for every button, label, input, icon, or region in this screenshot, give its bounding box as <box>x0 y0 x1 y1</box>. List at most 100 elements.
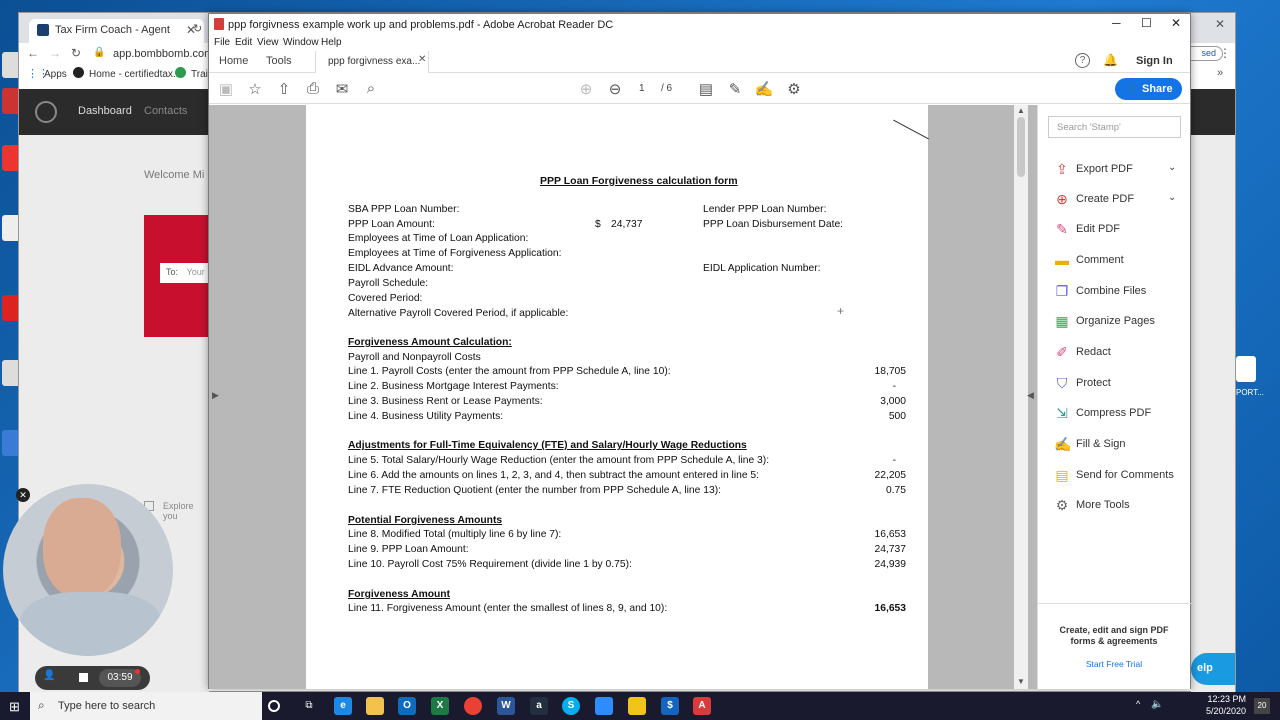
tab-home[interactable]: Home <box>219 55 248 67</box>
bookmark-apps[interactable]: Apps <box>44 69 67 80</box>
start-free-trial-link[interactable]: Start Free Trial <box>1054 659 1174 669</box>
sign-in-button[interactable]: Sign In <box>1136 55 1173 67</box>
tools-search-input[interactable]: Search 'Stamp' <box>1048 116 1181 138</box>
webcam-overlay <box>3 484 173 656</box>
page-number-input[interactable]: 1 <box>639 83 645 94</box>
skype-icon[interactable]: S <box>562 697 580 715</box>
desktop-file-icon[interactable] <box>1236 356 1256 382</box>
outlook-icon[interactable]: O <box>398 697 416 715</box>
forward-icon[interactable]: → <box>49 46 61 60</box>
amazon-icon[interactable]: a <box>530 697 548 715</box>
quickbooks-icon[interactable]: $ <box>661 697 679 715</box>
tab-document[interactable]: ppp forgivness exa... ✕ <box>315 51 429 73</box>
menu-window[interactable]: Window <box>283 37 319 48</box>
email-icon[interactable]: ✉ <box>332 80 352 98</box>
field-label: Employees at Time of Forgiveness Applica… <box>348 248 562 259</box>
to-placeholder: Your <box>186 267 205 277</box>
bell-icon[interactable]: 🔔 <box>1103 53 1118 67</box>
more-tools-icon[interactable]: ⚙ <box>784 80 804 98</box>
document-title: PPP Loan Forgiveness calculation form <box>540 175 738 187</box>
excel-icon[interactable]: X <box>431 697 449 715</box>
save-icon[interactable]: ▣ <box>216 80 236 98</box>
help-button[interactable]: elp <box>1191 653 1235 685</box>
bookmark-home[interactable]: Home - certifiedtax... <box>89 69 181 80</box>
scroll-down-icon[interactable]: ▼ <box>1017 677 1025 686</box>
menu-file[interactable]: File <box>214 37 230 48</box>
volume-icon[interactable]: 🔈 <box>1151 699 1163 710</box>
menu-view[interactable]: View <box>257 37 279 48</box>
print-icon[interactable]: ⎙ <box>303 80 323 97</box>
scrollbar-thumb[interactable] <box>1017 117 1025 177</box>
chrome-icon[interactable] <box>464 697 482 715</box>
line-value: 18,705 <box>874 366 907 377</box>
clock-time[interactable]: 12:23 PM <box>1206 694 1246 704</box>
bookmark-training[interactable]: Trai <box>191 69 208 80</box>
menu-edit[interactable]: Edit <box>235 37 252 48</box>
line-text: Line 2. Business Mortgage Interest Payme… <box>348 381 559 392</box>
maximize-icon[interactable]: ☐ <box>1141 16 1152 30</box>
field-label: EIDL Advance Amount: <box>348 263 454 274</box>
menu-kebab-icon[interactable]: ⋮ <box>1219 46 1231 60</box>
vertical-scrollbar[interactable]: ▲ ▼ <box>1014 105 1028 689</box>
stop-icon[interactable] <box>79 673 88 682</box>
help-icon[interactable]: ? <box>1075 53 1090 68</box>
minimize-icon[interactable]: ─ <box>1112 16 1121 30</box>
site-logo-icon[interactable] <box>35 101 57 123</box>
user-icon[interactable]: 👤 <box>43 670 55 681</box>
task-view-icon[interactable]: ⧉ <box>300 697 318 715</box>
document-viewer[interactable]: ▶ PPP Loan Forgiveness calculation form … <box>209 105 1037 689</box>
edge-icon[interactable]: e <box>334 697 352 715</box>
menu-help[interactable]: Help <box>321 37 342 48</box>
acrobat-window: ppp forgivness example work up and probl… <box>208 13 1191 689</box>
bookmark-star-icon[interactable]: ☆ <box>245 80 265 98</box>
section-title: Forgiveness Amount <box>348 589 451 600</box>
close-icon[interactable]: ✕ <box>1215 17 1225 31</box>
reload-icon[interactable]: ↻ <box>193 22 202 35</box>
windows-start-icon[interactable]: ⊞ <box>9 699 20 715</box>
left-panel-toggle-icon[interactable]: ▶ <box>212 390 219 401</box>
right-panel-toggle-icon[interactable]: ◀ <box>1027 390 1034 401</box>
highlight-pen-icon[interactable]: ✎ <box>725 80 745 98</box>
back-icon[interactable]: ← <box>27 46 39 60</box>
more-tools-icon: ⚙ <box>1055 497 1069 513</box>
more-bookmarks-icon[interactable]: » <box>1217 67 1223 79</box>
window-title: ppp forgivness example work up and probl… <box>228 19 614 31</box>
comment-icon[interactable]: ▤ <box>696 80 716 98</box>
close-icon[interactable]: ✕ <box>16 488 30 502</box>
close-icon[interactable]: ✕ <box>418 54 426 65</box>
chevron-down-icon[interactable]: ⌄ <box>1168 192 1176 203</box>
zoom-icon[interactable] <box>595 697 613 715</box>
word-icon[interactable]: W <box>497 697 515 715</box>
sign-icon[interactable]: ✍ <box>754 80 774 98</box>
scroll-up-icon[interactable]: ▲ <box>1017 106 1025 115</box>
nav-dashboard[interactable]: Dashboard <box>78 105 132 117</box>
nav-contacts[interactable]: Contacts <box>144 105 187 117</box>
upload-icon[interactable]: ⇧ <box>274 80 294 98</box>
clock-date[interactable]: 5/20/2020 <box>1200 706 1246 716</box>
tray-chevron-icon[interactable]: ^ <box>1136 699 1140 709</box>
taskbar-search[interactable]: ⌕ Type here to search <box>30 692 262 720</box>
page-up-icon[interactable]: ⊕ <box>576 80 596 98</box>
reload-icon[interactable]: ↻ <box>71 46 81 60</box>
share-button[interactable]: 👤 Share <box>1115 78 1182 100</box>
search-icon[interactable]: ⌕ <box>361 80 381 97</box>
export-pdf-icon: ⇪ <box>1056 161 1068 177</box>
url-field[interactable]: app.bombbomb.com/a <box>113 48 222 60</box>
page-down-icon[interactable]: ⊖ <box>605 80 625 98</box>
acrobat-taskbar-icon[interactable]: A <box>693 697 711 715</box>
tab-tools[interactable]: Tools <box>266 55 292 67</box>
line-value: 3,000 <box>880 396 906 407</box>
close-icon[interactable]: ✕ <box>1171 16 1181 30</box>
browser-tab[interactable]: Tax Firm Coach - Agent ✕ <box>29 19 204 43</box>
webcam-face <box>43 498 121 598</box>
combine-files-icon: ❐ <box>1055 283 1069 299</box>
share-label: Share <box>1142 83 1173 95</box>
line-value: 500 <box>888 411 906 422</box>
cortana-icon[interactable] <box>268 700 280 712</box>
file-explorer-icon[interactable] <box>366 697 384 715</box>
field-label: Payroll Schedule: <box>348 278 429 289</box>
to-field[interactable]: To: Your <box>160 263 209 283</box>
sticky-notes-icon[interactable] <box>628 697 646 715</box>
chevron-down-icon[interactable]: ⌄ <box>1168 162 1176 173</box>
notification-count[interactable]: 20 <box>1254 698 1270 714</box>
